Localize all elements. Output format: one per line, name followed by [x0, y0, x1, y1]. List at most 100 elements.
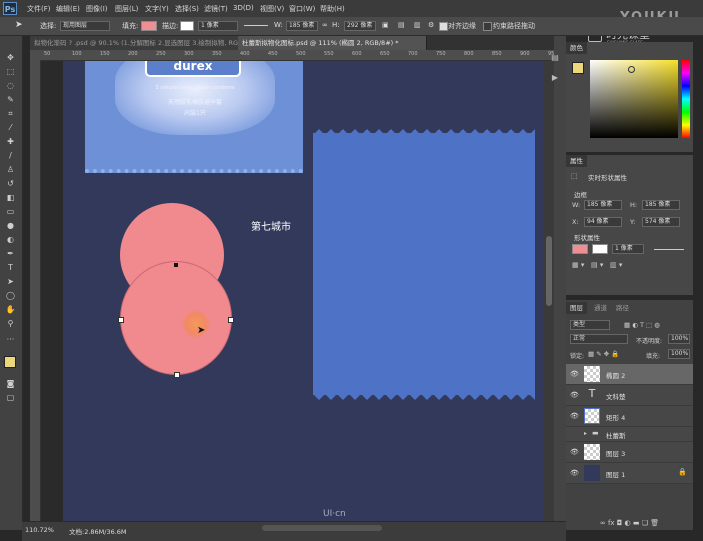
- prop-stroke-swatch[interactable]: [592, 244, 608, 254]
- menu-edit[interactable]: 编辑(E): [56, 4, 80, 14]
- eye-icon[interactable]: 👁: [570, 412, 579, 420]
- prop-x-field[interactable]: 94 像素: [584, 217, 622, 227]
- path-ops-icon[interactable]: ▣: [382, 21, 389, 29]
- gear-icon[interactable]: ⚙: [428, 21, 434, 29]
- layer-row[interactable]: 👁 T 文科楚: [566, 385, 693, 406]
- h-field[interactable]: 292 像素: [344, 21, 376, 31]
- stroke-options-row[interactable]: ▦ ▾ ▤ ▾ ▥ ▾: [572, 261, 686, 269]
- path-select-icon[interactable]: ➤: [3, 276, 18, 288]
- tab-paths[interactable]: 路径: [616, 302, 629, 312]
- prop-stroke-width[interactable]: 1 像素: [612, 244, 644, 254]
- link-icon[interactable]: ∞: [322, 21, 328, 29]
- ellipse-tool-icon[interactable]: ◯: [3, 290, 18, 302]
- pen-icon[interactable]: ✒: [3, 248, 18, 260]
- fill-swatch[interactable]: [141, 21, 157, 31]
- gradient-icon[interactable]: ▭: [3, 206, 18, 218]
- layer-row[interactable]: 👁 图层 1 🔒: [566, 463, 693, 484]
- eyedropper-icon[interactable]: ⁄: [3, 122, 18, 134]
- eye-icon[interactable]: 👁: [570, 469, 579, 477]
- menu-view[interactable]: 视图(V): [260, 4, 284, 14]
- eye-icon[interactable]: 👁: [570, 370, 579, 378]
- w-field[interactable]: 185 像素: [286, 21, 318, 31]
- eye-icon[interactable]: 👁: [570, 391, 579, 399]
- align-edges-checkbox[interactable]: [439, 22, 448, 31]
- select-dropdown[interactable]: 现用图层: [60, 21, 110, 31]
- condom-package[interactable]: durex 3 natural latex rubber condoms 天然胶…: [85, 61, 303, 173]
- quick-mask-icon[interactable]: ◙: [3, 378, 18, 390]
- dodge-icon[interactable]: ◐: [3, 234, 18, 246]
- quick-select-icon[interactable]: ✎: [3, 94, 18, 106]
- screen-mode-icon[interactable]: ▢: [3, 392, 18, 404]
- layers-footer-icons[interactable]: ∞ fx ◘ ◐ ▬ ❏ 🗑: [566, 516, 693, 530]
- anchor-point-right[interactable]: [228, 317, 234, 323]
- tab-document-2[interactable]: 杜蕾斯拟物化图标.psd @ 111% (椭圆 2, RGB/8#) *: [238, 36, 427, 50]
- history-panel-icon[interactable]: ▤: [548, 53, 562, 65]
- prop-fill-swatch[interactable]: [572, 244, 588, 254]
- tab-properties[interactable]: 属性: [566, 155, 587, 167]
- menu-type[interactable]: 文字(Y): [145, 4, 169, 14]
- menu-image[interactable]: 图像(I): [86, 4, 108, 14]
- menu-3d[interactable]: 3D(D): [233, 4, 254, 12]
- eye-icon[interactable]: 👁: [570, 448, 579, 456]
- more-tools-icon[interactable]: ···: [3, 334, 18, 346]
- move-tool-icon[interactable]: ➤: [15, 20, 23, 30]
- opacity-field[interactable]: 100%: [668, 334, 690, 344]
- layer-group-row[interactable]: ▸ ▬ 杜蕾斯: [566, 427, 693, 442]
- tab-channels[interactable]: 通道: [594, 302, 607, 312]
- menu-window[interactable]: 窗口(W): [289, 4, 315, 14]
- menu-layer[interactable]: 图层(L): [115, 4, 138, 14]
- stroke-width-field[interactable]: 1 像素: [198, 21, 238, 31]
- prop-w-field[interactable]: 185 像素: [584, 200, 622, 210]
- document-canvas[interactable]: durex 3 natural latex rubber condoms 天然胶…: [63, 61, 544, 521]
- layer-row[interactable]: 👁 矩形 4: [566, 406, 693, 427]
- blur-icon[interactable]: ●: [3, 220, 18, 232]
- tab-layers[interactable]: 图层: [566, 302, 587, 314]
- scroll-thumb[interactable]: [546, 236, 552, 306]
- document-info[interactable]: 文档:2.86M/36.6M: [69, 526, 127, 536]
- lock-icons[interactable]: ▦ ✎ ✥ 🔒: [588, 350, 619, 358]
- group-expand-icon[interactable]: ▸: [584, 430, 587, 437]
- hue-slider[interactable]: [682, 60, 690, 138]
- prop-h-field[interactable]: 185 像素: [642, 200, 680, 210]
- layer-filter-dropdown[interactable]: 类型: [570, 320, 610, 330]
- path-align-icon[interactable]: ▤: [398, 21, 405, 29]
- color-picker-cursor[interactable]: [628, 66, 635, 73]
- stamp-icon[interactable]: ♙: [3, 164, 18, 176]
- layer-row[interactable]: 👁 图层 3: [566, 442, 693, 463]
- foreground-color-swatch[interactable]: [4, 356, 16, 368]
- path-arrange-icon[interactable]: ▥: [414, 21, 421, 29]
- anchor-point-bottom[interactable]: [174, 372, 180, 378]
- healing-icon[interactable]: ✚: [3, 136, 18, 148]
- crop-icon[interactable]: ⌗: [3, 108, 18, 120]
- hand-icon[interactable]: ✋: [3, 304, 18, 316]
- marquee-icon[interactable]: ⬚: [3, 66, 18, 78]
- menu-filter[interactable]: 滤镜(T): [204, 4, 228, 14]
- zoom-level[interactable]: 110.72%: [25, 526, 54, 534]
- menu-file[interactable]: 文件(F): [27, 4, 51, 14]
- menu-help[interactable]: 帮助(H): [320, 4, 345, 14]
- anchor-point-top[interactable]: [174, 263, 178, 267]
- move-icon[interactable]: ✥: [3, 52, 18, 64]
- prop-stroke-type[interactable]: [654, 249, 684, 250]
- stroke-type-line[interactable]: [244, 25, 268, 26]
- tab-color[interactable]: 颜色: [566, 42, 587, 54]
- layer-filter-icons[interactable]: ▦ ◐ T ⬚ ◍: [624, 321, 660, 329]
- vertical-scrollbar[interactable]: [544, 61, 554, 521]
- constrain-path-checkbox[interactable]: [483, 22, 492, 31]
- brush-icon[interactable]: /: [3, 150, 18, 162]
- stroke-swatch[interactable]: [180, 21, 194, 31]
- ellipse-2-shape[interactable]: [120, 261, 232, 375]
- type-icon[interactable]: T: [3, 262, 18, 274]
- horizontal-scrollbar[interactable]: [262, 525, 382, 531]
- anchor-point-left[interactable]: [118, 317, 124, 323]
- city-text-layer[interactable]: 第七城市: [251, 218, 291, 233]
- lasso-icon[interactable]: ◌: [3, 80, 18, 92]
- prop-y-field[interactable]: 574 像素: [642, 217, 680, 227]
- fill-opacity-field[interactable]: 100%: [668, 349, 690, 359]
- actions-panel-icon[interactable]: ▶: [548, 73, 562, 85]
- eraser-icon[interactable]: ◧: [3, 192, 18, 204]
- color-fg-swatch[interactable]: [572, 62, 584, 74]
- history-brush-icon[interactable]: ↺: [3, 178, 18, 190]
- tab-document-1[interactable]: 拟物化渐码 ? .psd @ 90.1% (1.分解图标 2.显选图层 3.绘制…: [30, 36, 244, 50]
- zoom-icon[interactable]: ⚲: [3, 318, 18, 330]
